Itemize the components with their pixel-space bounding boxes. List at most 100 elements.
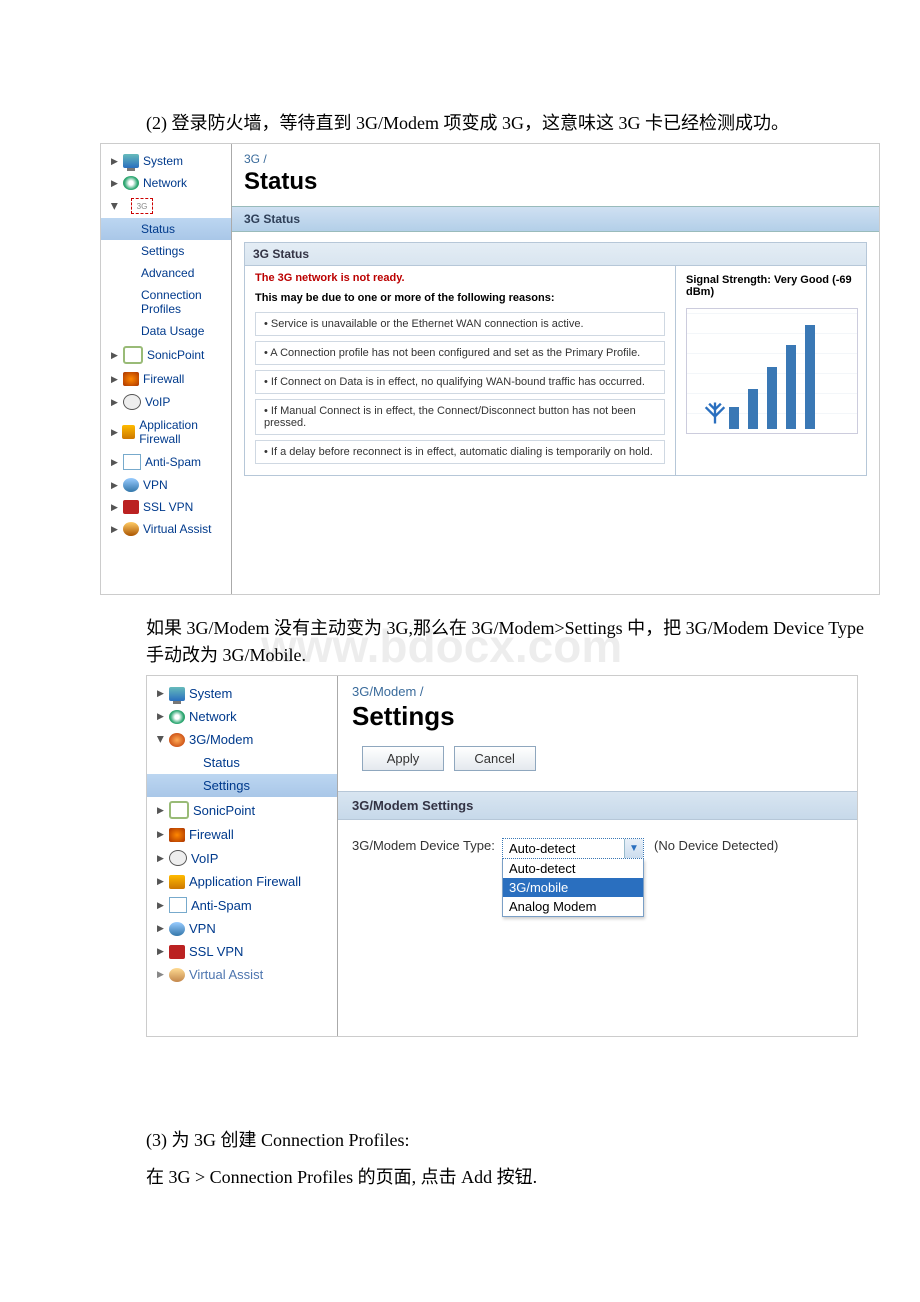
sidebar-item-label: Anti-Spam	[191, 898, 252, 913]
option-auto-detect[interactable]: Auto-detect	[503, 859, 643, 878]
sidebar-item-vpn[interactable]: ▶ VPN	[147, 917, 337, 940]
sidebar-item-label: Anti-Spam	[145, 455, 201, 469]
chevron-right-icon: ▶	[157, 900, 165, 911]
sidebar-item-vpn[interactable]: ▶ VPN	[101, 474, 231, 496]
section-bar-3gmodem-settings: 3G/Modem Settings	[338, 791, 857, 820]
sidebar-item-label: SSL VPN	[143, 500, 193, 514]
signal-strength-label: Signal Strength: Very Good (-69 dBm)	[686, 274, 856, 298]
chevron-down-icon: ▶	[157, 734, 165, 745]
chevron-right-icon: ▶	[111, 156, 119, 167]
globe-icon	[123, 176, 139, 190]
phone-icon	[169, 850, 187, 866]
sidebar-item-sonicpoint[interactable]: ▶ SonicPoint	[147, 797, 337, 823]
sidebar-item-label: VPN	[189, 921, 216, 936]
sidebar-item-firewall[interactable]: ▶ Firewall	[101, 368, 231, 390]
chevron-right-icon: ▶	[111, 480, 119, 491]
sidebar-item-voip[interactable]: ▶ VoIP	[101, 390, 231, 414]
virtualassist-icon	[123, 522, 139, 536]
sidebar-item-firewall[interactable]: ▶ Firewall	[147, 823, 337, 846]
breadcrumb: 3G/Modem /	[352, 684, 843, 699]
apply-button[interactable]: Apply	[362, 746, 444, 771]
option-3g-mobile[interactable]: 3G/mobile	[503, 878, 643, 897]
device-type-label: 3G/Modem Device Type:	[352, 838, 502, 853]
sidebar-sub-settings[interactable]: Settings	[147, 774, 337, 797]
sidebar-item-label: Virtual Assist	[143, 522, 211, 536]
lock-icon	[169, 922, 185, 936]
sidebar-item-3gmodem[interactable]: ▶ 3G/Modem	[147, 728, 337, 751]
sidebar-sub-settings[interactable]: Settings	[101, 240, 231, 262]
envelope-icon	[123, 454, 141, 470]
globe-icon	[169, 710, 185, 724]
page-title: Status	[232, 166, 879, 206]
signal-chart	[686, 308, 858, 434]
chevron-right-icon: ▶	[157, 876, 165, 887]
sidebar-item-system[interactable]: ▶ System	[101, 150, 231, 172]
paragraph-step2: (2) 登录防火墙，等待直到 3G/Modem 项变成 3G，这意味这 3G 卡…	[146, 110, 880, 137]
sidebar-item-appfirewall[interactable]: ▶ Application Firewall	[147, 870, 337, 893]
appfirewall-icon	[169, 875, 185, 889]
chevron-right-icon: ▶	[157, 853, 165, 864]
content-pane: 3G/Modem / Settings Apply Cancel 3G/Mode…	[338, 676, 857, 1036]
sidebar-item-label: 3G/Modem	[189, 732, 253, 747]
sidebar-item-label: SonicPoint	[193, 803, 255, 818]
option-analog-modem[interactable]: Analog Modem	[503, 897, 643, 916]
sidebar-item-antispam[interactable]: ▶ Anti-Spam	[101, 450, 231, 474]
chevron-right-icon: ▶	[157, 805, 165, 816]
3gmodem-icon	[169, 733, 185, 747]
sidebar-item-label: Network	[189, 709, 237, 724]
monitor-icon	[169, 687, 185, 701]
sidebar-item-virtual-assist[interactable]: ▶ Virtual Assist	[147, 963, 337, 986]
screenshot-3g-status: www.bdocx.com ▶ System ▶ Network ▶ 3G St…	[100, 143, 880, 595]
cancel-button[interactable]: Cancel	[454, 746, 536, 771]
sidebar-item-appfirewall[interactable]: ▶ Application Firewall	[101, 414, 231, 450]
reason-bullet: • A Connection profile has not been conf…	[255, 341, 665, 365]
chevron-right-icon: ▶	[111, 178, 119, 189]
sidebar-item-label: Network	[143, 176, 187, 190]
sidebar-item-antispam[interactable]: ▶ Anti-Spam	[147, 893, 337, 917]
chevron-down-icon: ▶	[111, 201, 119, 212]
sidebar-sub-connection-profiles[interactable]: Connection Profiles	[101, 284, 231, 320]
signal-bars-icon	[726, 325, 818, 429]
reason-bullet: • Service is unavailable or the Ethernet…	[255, 312, 665, 336]
breadcrumb: 3G /	[232, 144, 879, 166]
chevron-right-icon: ▶	[111, 524, 119, 535]
firewall-icon	[123, 372, 139, 386]
chevron-right-icon: ▶	[157, 711, 165, 722]
chevron-right-icon: ▶	[157, 969, 165, 980]
status-not-ready: The 3G network is not ready.	[255, 272, 665, 284]
sidebar-item-sslvpn[interactable]: ▶ SSL VPN	[101, 496, 231, 518]
sidebar-item-network[interactable]: ▶ Network	[147, 705, 337, 728]
sidebar: ▶ System ▶ Network ▶ 3G Status Settings …	[101, 144, 232, 594]
chevron-right-icon: ▶	[157, 829, 165, 840]
sidebar-item-label: Application Firewall	[139, 418, 225, 446]
sidebar-item-sonicpoint[interactable]: ▶ SonicPoint	[101, 342, 231, 368]
sidebar-item-voip[interactable]: ▶ VoIP	[147, 846, 337, 870]
sidebar-item-label: SonicPoint	[147, 348, 204, 362]
reason-bullet: • If a delay before reconnect is in effe…	[255, 440, 665, 464]
sidebar-item-virtual-assist[interactable]: ▶ Virtual Assist	[101, 518, 231, 540]
sidebar-item-3g[interactable]: ▶ 3G	[101, 194, 231, 218]
sidebar-item-label: Firewall	[143, 372, 184, 386]
sidebar-item-sslvpn[interactable]: ▶ SSL VPN	[147, 940, 337, 963]
paragraph-step3: (3) 为 3G 创建 Connection Profiles:	[146, 1127, 880, 1154]
chevron-right-icon: ▶	[111, 350, 119, 361]
chevron-right-icon: ▶	[111, 397, 119, 408]
3g-icon	[123, 199, 127, 213]
lock-icon	[123, 478, 139, 492]
sidebar-sub-status[interactable]: Status	[147, 751, 337, 774]
device-type-select[interactable]: Auto-detect ▼	[502, 838, 644, 859]
sidebar-sub-advanced[interactable]: Advanced	[101, 262, 231, 284]
panel-header-3g-status: 3G Status	[244, 242, 867, 266]
paragraph-note: 如果 3G/Modem 没有主动变为 3G,那么在 3G/Modem>Setti…	[146, 615, 880, 669]
sidebar-item-network[interactable]: ▶ Network	[101, 172, 231, 194]
select-value: Auto-detect	[509, 841, 576, 856]
chevron-right-icon: ▶	[111, 374, 119, 385]
sidebar-item-label: VoIP	[145, 395, 170, 409]
content-pane: 3G / Status 3G Status 3G Status The 3G n…	[232, 144, 879, 594]
sidebar-item-system[interactable]: ▶ System	[147, 682, 337, 705]
chevron-right-icon: ▶	[157, 923, 165, 934]
section-bar-3g-status: 3G Status	[232, 206, 879, 232]
sidebar-sub-status[interactable]: Status	[101, 218, 231, 240]
sslvpn-icon	[169, 945, 185, 959]
sidebar-sub-data-usage[interactable]: Data Usage	[101, 320, 231, 342]
